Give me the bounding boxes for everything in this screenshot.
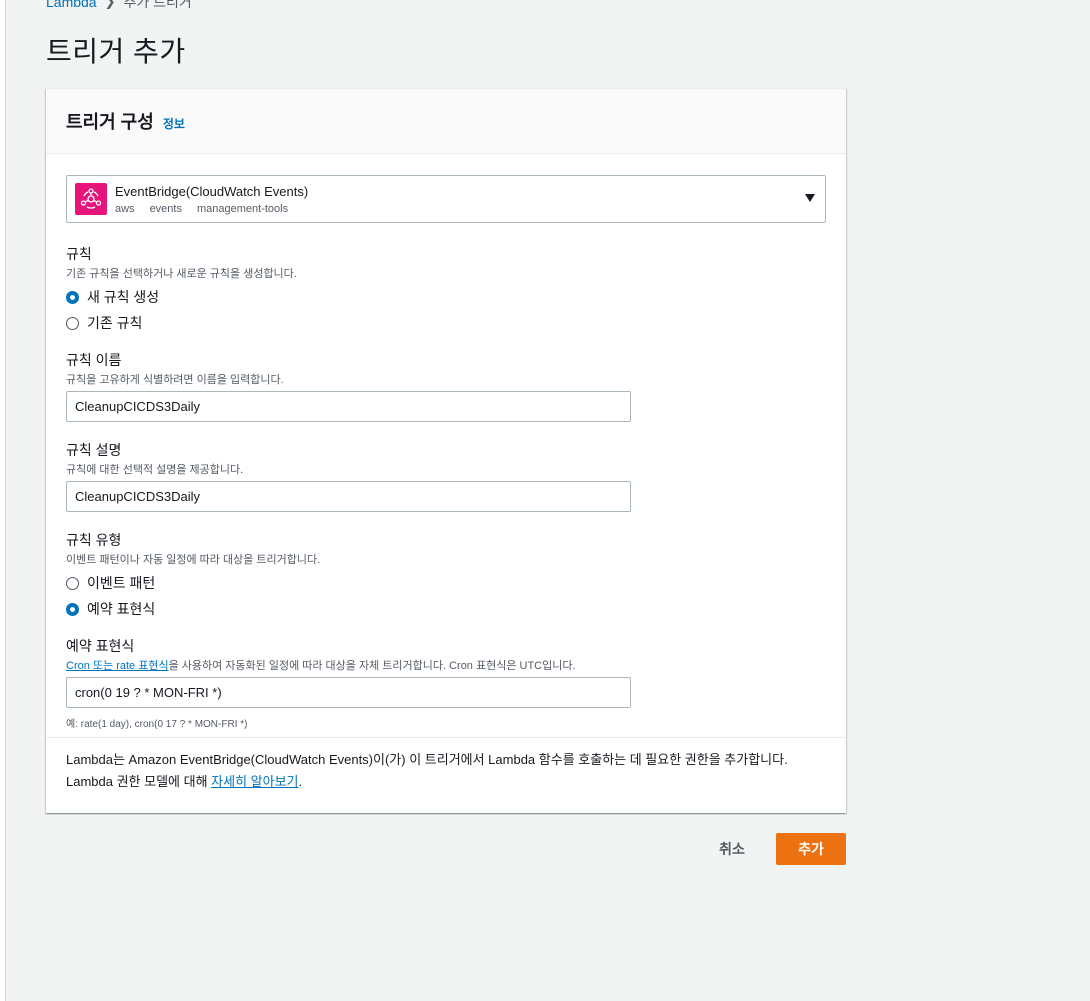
left-edge-panel xyxy=(0,0,6,1001)
page-title: 트리거 추가 xyxy=(46,36,186,67)
rule-name-desc: 규칙을 고유하게 식별하려면 이름을 입력합니다. xyxy=(66,374,284,386)
eventbridge-icon xyxy=(75,183,107,215)
radio-existing-rule[interactable]: 기존 규칙 xyxy=(66,313,142,333)
rule-description-label: 규칙 설명 xyxy=(66,442,122,458)
add-button[interactable]: 추가 xyxy=(776,833,846,865)
radio-event-pattern[interactable]: 이벤트 패턴 xyxy=(66,573,155,593)
trigger-tag: events xyxy=(149,202,182,215)
card-header: 트리거 구성 정보 xyxy=(46,89,846,154)
rule-name-label: 규칙 이름 xyxy=(66,352,122,368)
card-title: 트리거 구성 xyxy=(66,112,154,132)
rule-description-desc: 규칙에 대한 선택적 설명을 제공합니다. xyxy=(66,464,244,476)
divider xyxy=(46,737,846,738)
radio-button[interactable] xyxy=(66,316,79,330)
info-link[interactable]: 정보 xyxy=(163,115,185,132)
rule-label: 규칙 xyxy=(66,246,92,262)
trigger-config-card: 트리거 구성 정보 EventBridge(CloudWatch Events)… xyxy=(46,88,846,813)
learn-more-link[interactable]: 자세히 알아보기 xyxy=(211,774,298,789)
trigger-text: EventBridge(CloudWatch Events) aws event… xyxy=(115,184,308,215)
radio-label: 예약 표현식 xyxy=(87,601,156,617)
schedule-expression-input[interactable] xyxy=(66,677,631,708)
breadcrumb-current: 추가 트리거 xyxy=(123,0,192,10)
radio-button[interactable] xyxy=(66,576,79,590)
trigger-name: EventBridge(CloudWatch Events) xyxy=(115,183,309,199)
rule-type-label: 규칙 유형 xyxy=(66,532,122,548)
rule-desc: 기존 규칙을 선택하거나 새로운 규칙을 생성합니다. xyxy=(66,268,297,280)
schedule-expression-label: 예약 표현식 xyxy=(66,638,135,654)
rule-type-desc: 이벤트 패턴이나 자동 일정에 따라 대상을 트리거합니다. xyxy=(66,554,321,566)
radio-label: 이벤트 패턴 xyxy=(87,575,156,591)
radio-new-rule[interactable]: 새 규칙 생성 xyxy=(66,287,159,307)
permission-notice: Lambda는 Amazon EventBridge(CloudWatch Ev… xyxy=(66,749,826,793)
caret-down-icon xyxy=(805,194,815,202)
rule-name-input[interactable] xyxy=(66,391,631,422)
radio-schedule-expression[interactable]: 예약 표현식 xyxy=(66,599,155,619)
radio-button[interactable] xyxy=(66,602,79,616)
breadcrumb-lambda-link[interactable]: Lambda xyxy=(46,0,97,10)
radio-label: 기존 규칙 xyxy=(87,315,143,331)
trigger-tag: aws xyxy=(115,202,135,215)
schedule-expression-desc: Cron 또는 rate 표현식을 사용하여 자동화된 일정에 따라 대상을 자… xyxy=(66,657,576,673)
schedule-desc-text: 을 사용하여 자동화된 일정에 따라 대상을 자체 트리거합니다. Cron 표… xyxy=(168,660,576,672)
trigger-select[interactable]: EventBridge(CloudWatch Events) aws event… xyxy=(66,175,826,223)
breadcrumb: Lambda ❯ 추가 트리거 xyxy=(46,0,192,12)
radio-label: 새 규칙 생성 xyxy=(87,289,160,305)
rule-description-input[interactable] xyxy=(66,481,631,512)
notice-end: . xyxy=(298,774,303,789)
trigger-tags: aws events management-tools xyxy=(115,203,308,215)
schedule-hint: 예: rate(1 day), cron(0 17 ? * MON-FRI *) xyxy=(66,719,248,730)
notice-text: Lambda는 Amazon EventBridge(CloudWatch Ev… xyxy=(66,752,788,789)
trigger-tag: management-tools xyxy=(196,202,289,215)
cron-rate-link[interactable]: Cron 또는 rate 표현식 xyxy=(66,660,169,672)
chevron-right-icon: ❯ xyxy=(104,0,116,9)
radio-button[interactable] xyxy=(66,290,79,304)
cancel-button[interactable]: 취소 xyxy=(704,833,760,865)
